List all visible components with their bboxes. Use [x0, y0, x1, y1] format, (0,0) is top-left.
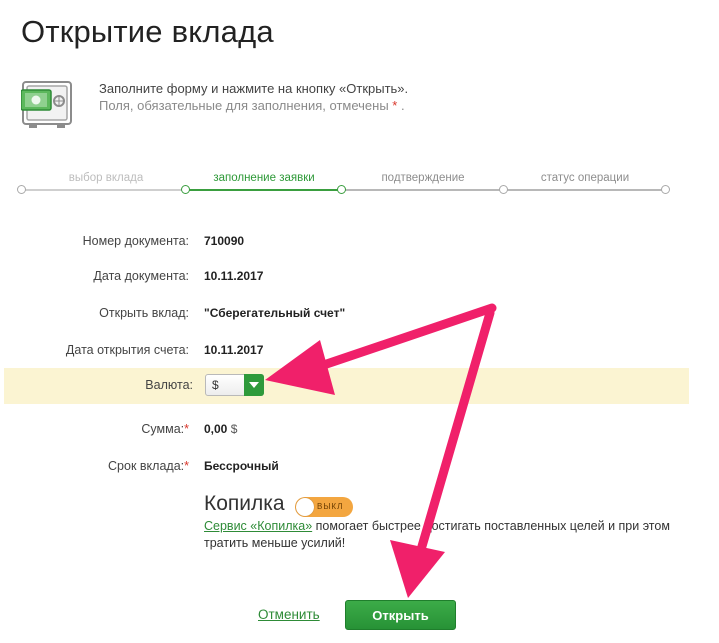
step-dot-2	[337, 185, 346, 194]
step-dot-end	[661, 185, 670, 194]
instructions-text: Заполните форму и нажмите на кнопку «Отк…	[99, 81, 409, 96]
step-dot-3	[499, 185, 508, 194]
value-term: Бессрочный	[204, 459, 279, 473]
label-amount: Сумма:*	[141, 422, 189, 436]
currency-select[interactable]: $	[205, 374, 264, 396]
step-line-1	[22, 189, 186, 191]
value-document-number: 710090	[204, 234, 245, 248]
currency-selected-value: $	[212, 378, 219, 392]
chevron-down-icon[interactable]	[244, 374, 264, 396]
amount-unit: $	[230, 422, 238, 436]
label-deposit: Открыть вклад:	[99, 306, 189, 320]
row-amount: Сумма:* 0,00 $	[0, 420, 719, 440]
safe-icon	[21, 81, 72, 128]
step-line-2	[186, 189, 342, 191]
required-star: *	[184, 422, 189, 436]
row-term: Срок вклада:* Бессрочный	[0, 457, 719, 477]
form-instructions: Заполните форму и нажмите на кнопку «Отк…	[99, 80, 408, 114]
amount-field[interactable]: 0,00 $	[204, 422, 237, 436]
required-note-end: .	[400, 98, 405, 113]
step-label-status: статус операции	[540, 172, 630, 184]
required-star: *	[392, 98, 398, 113]
label-term-text: Срок вклада:	[108, 459, 185, 473]
row-document-number: Номер документа: 710090	[0, 232, 719, 252]
page-title: Открытие вклада	[21, 14, 274, 49]
piggy-description: Сервис «Копилка» помогает быстрее достиг…	[204, 518, 674, 552]
value-document-date: 10.11.2017	[204, 269, 264, 283]
step-line-3	[342, 189, 504, 191]
piggy-service-link[interactable]: Сервис «Копилка»	[204, 519, 312, 533]
cancel-link[interactable]: Отменить	[258, 607, 320, 622]
required-fields-note: Поля, обязательные для заполнения, отмеч…	[99, 97, 408, 114]
step-label-choose: выбор вклада	[68, 172, 144, 184]
piggy-toggle[interactable]: ВЫКЛ	[295, 497, 353, 517]
open-button[interactable]: Открыть	[345, 600, 456, 630]
label-amount-text: Сумма:	[141, 422, 185, 436]
piggy-title: Копилка	[204, 492, 285, 515]
step-label-confirm: подтверждение	[381, 172, 465, 184]
label-opening-date: Дата открытия счета:	[65, 343, 189, 357]
row-currency: Валюта: $	[4, 368, 689, 404]
step-line-4	[504, 189, 666, 191]
required-note-text: Поля, обязательные для заполнения, отмеч…	[99, 98, 389, 113]
row-document-date: Дата документа: 10.11.2017	[0, 267, 719, 287]
toggle-state-label: ВЫКЛ	[317, 502, 344, 511]
step-dot-1	[181, 185, 190, 194]
step-dot-start	[17, 185, 26, 194]
step-label-fill: заполнение заявки	[213, 172, 315, 184]
row-opening-date: Дата открытия счета: 10.11.2017	[0, 341, 719, 361]
value-deposit: "Сберегательный счет"	[204, 306, 346, 320]
row-deposit: Открыть вклад: "Сберегательный счет"	[0, 304, 719, 324]
amount-value: 0,00	[204, 422, 228, 436]
label-term: Срок вклада:*	[108, 459, 189, 473]
required-star: *	[184, 459, 189, 473]
label-document-date: Дата документа:	[93, 269, 189, 283]
label-currency: Валюта:	[145, 378, 193, 392]
label-document-number: Номер документа:	[82, 234, 189, 248]
progress-stepper: выбор вклада заполнение заявки подтвержд…	[0, 168, 719, 208]
toggle-knob	[296, 498, 314, 516]
value-opening-date: 10.11.2017	[204, 343, 264, 357]
